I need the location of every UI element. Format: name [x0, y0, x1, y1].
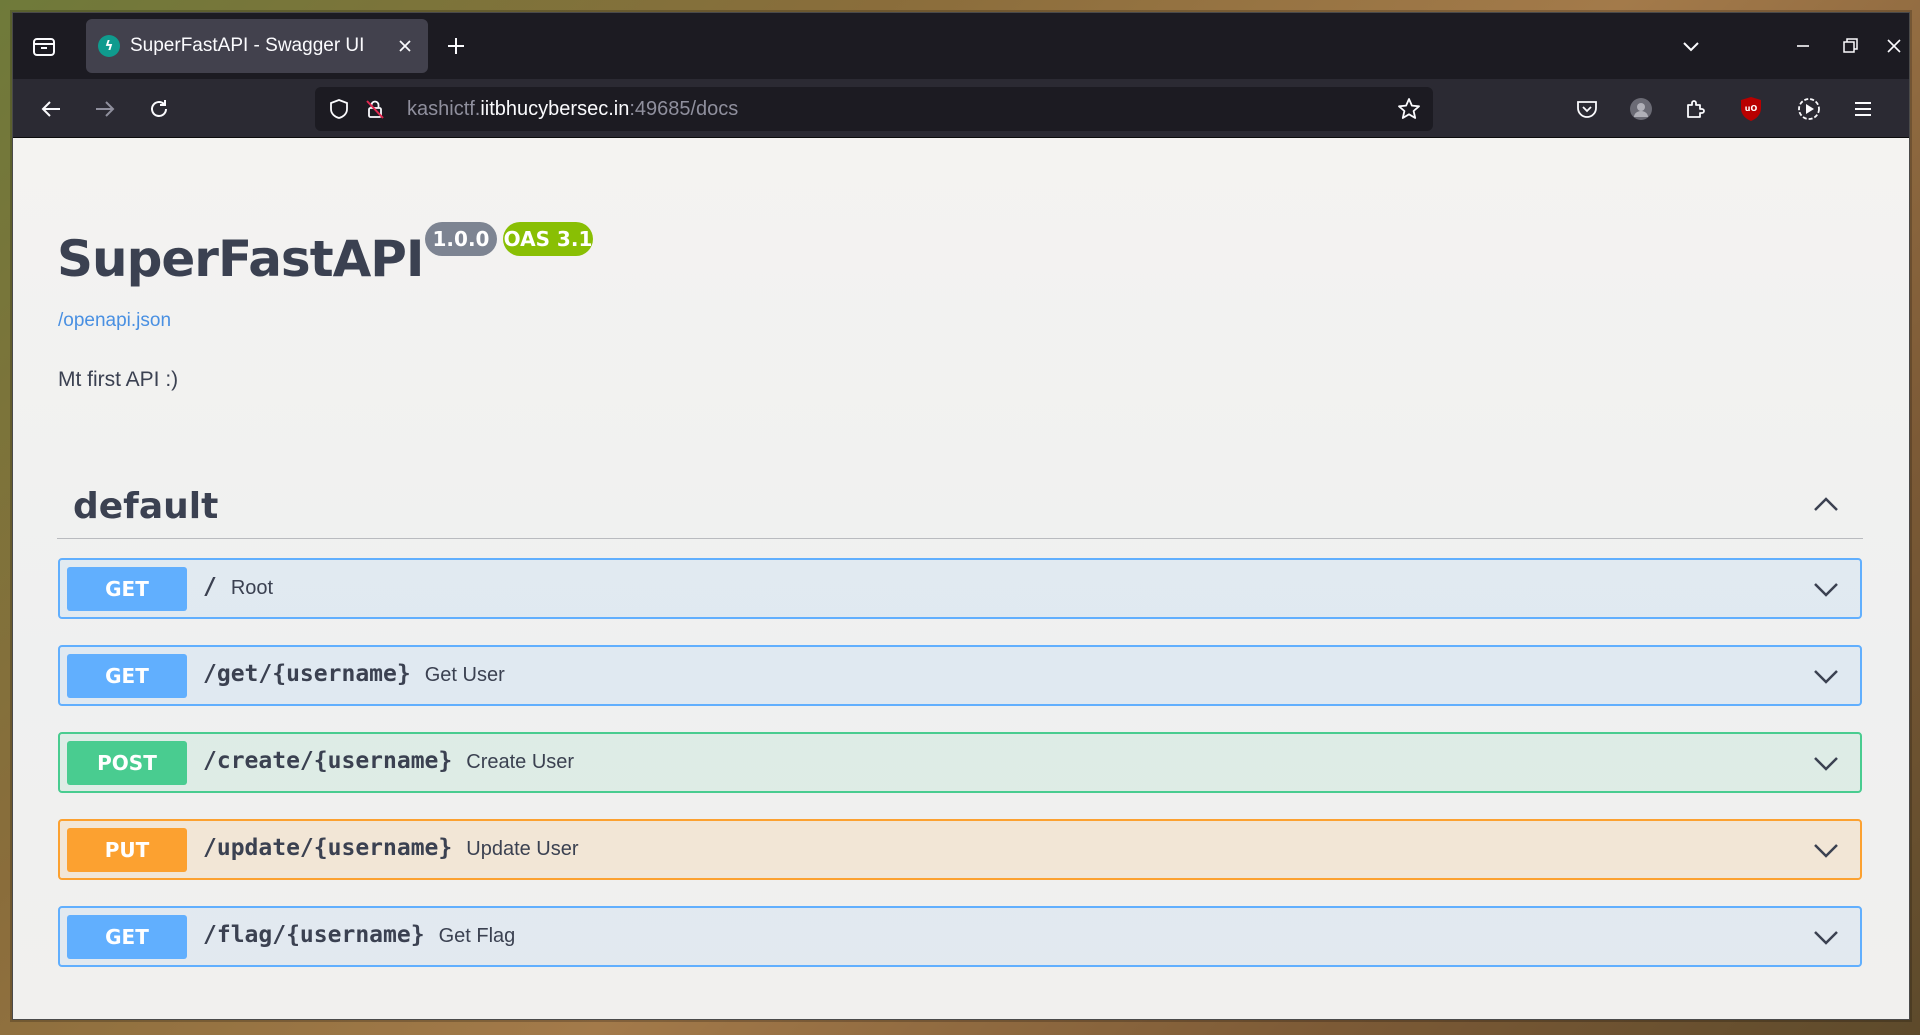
operation-path-text: /create/{username}: [203, 748, 453, 774]
tab-list-button[interactable]: [27, 29, 61, 63]
operation-summary: Get Flag: [438, 925, 516, 947]
expand-operation-button[interactable]: [1810, 573, 1842, 605]
chevron-down-icon: [1814, 757, 1838, 771]
tab-close-button[interactable]: [392, 33, 418, 59]
method-badge: PUT: [67, 828, 187, 872]
expand-operation-button[interactable]: [1810, 834, 1842, 866]
url-prefix: kashictf.: [407, 98, 481, 120]
operation-summary: Update User: [466, 838, 579, 860]
oas-version-badge: OAS 3.1: [503, 222, 593, 256]
page-title: SuperFastAPI: [57, 230, 425, 288]
operation-summary: Get User: [424, 664, 505, 686]
pocket-icon: [1577, 101, 1597, 118]
version-badge: 1.0.0: [425, 222, 497, 256]
tab-title: SuperFastAPI - Swagger UI: [130, 35, 365, 56]
url-text[interactable]: kashictf.iitbhucybersec.in:49685/docs: [407, 98, 738, 121]
chevron-down-icon: [1814, 583, 1838, 597]
url-suffix: :49685/docs: [629, 98, 739, 120]
operation-path-text: /update/{username}: [203, 835, 453, 861]
svg-text:uO: uO: [1745, 104, 1758, 113]
chevron-down-icon: [1814, 670, 1838, 684]
operation-path-text: /flag/{username}: [203, 922, 425, 948]
browser-window: ϟ SuperFastAPI - Swagger UI kashictf.iit…: [12, 12, 1910, 1020]
address-bar[interactable]: kashictf.iitbhucybersec.in:49685/docs: [315, 87, 1433, 131]
bookmark-star-icon[interactable]: [1397, 97, 1421, 121]
shield-icon[interactable]: [327, 97, 351, 121]
operation-create-user[interactable]: POST /create/{username} Create User: [58, 732, 1862, 793]
navigation-toolbar: kashictf.iitbhucybersec.in:49685/docs uO: [13, 79, 1909, 138]
restore-button[interactable]: [1835, 31, 1865, 61]
method-badge: GET: [67, 654, 187, 698]
operation-path: / Root: [203, 574, 273, 600]
operation-get-root[interactable]: GET / Root: [58, 558, 1862, 619]
extension-button-1[interactable]: [1623, 91, 1659, 127]
method-badge: GET: [67, 915, 187, 959]
operation-summary: Create User: [466, 751, 575, 773]
app-menu-button[interactable]: [1845, 91, 1881, 127]
operation-path: /get/{username} Get User: [203, 661, 505, 687]
plus-icon: [448, 38, 464, 54]
operation-summary: Root: [230, 577, 274, 599]
section-collapse-button[interactable]: [1809, 488, 1843, 522]
expand-operation-button[interactable]: [1810, 747, 1842, 779]
puzzle-icon: [1687, 100, 1705, 118]
extension-button-2[interactable]: [1791, 91, 1827, 127]
active-tab[interactable]: ϟ SuperFastAPI - Swagger UI: [86, 19, 428, 73]
hamburger-menu-icon: [1855, 102, 1871, 116]
method-badge: GET: [67, 567, 187, 611]
pocket-button[interactable]: [1569, 91, 1605, 127]
ublock-origin-button[interactable]: uO: [1733, 91, 1769, 127]
tab-list-icon: [33, 38, 55, 56]
arrow-right-icon: [96, 101, 115, 117]
operation-path: /flag/{username} Get Flag: [203, 922, 515, 948]
circle-play-icon: [1798, 98, 1820, 120]
tab-strip: ϟ SuperFastAPI - Swagger UI: [13, 13, 1909, 79]
extension-avatar-icon: [1630, 98, 1652, 120]
minimize-button[interactable]: [1788, 31, 1818, 61]
method-badge: POST: [67, 741, 187, 785]
forward-button[interactable]: [87, 91, 123, 127]
restore-icon: [1843, 38, 1858, 53]
insecure-lock-icon[interactable]: [363, 97, 387, 121]
back-button[interactable]: [33, 91, 69, 127]
extensions-button[interactable]: [1677, 91, 1713, 127]
page-content: SuperFastAPI 1.0.0 OAS 3.1 /openapi.json…: [13, 138, 1909, 1019]
expand-operation-button[interactable]: [1810, 660, 1842, 692]
operation-update-user[interactable]: PUT /update/{username} Update User: [58, 819, 1862, 880]
section-header-default[interactable]: default: [57, 468, 1863, 539]
operation-get-user[interactable]: GET /get/{username} Get User: [58, 645, 1862, 706]
operation-path: /create/{username} Create User: [203, 748, 574, 774]
operation-get-flag[interactable]: GET /flag/{username} Get Flag: [58, 906, 1862, 967]
close-window-button[interactable]: [1879, 31, 1909, 61]
openapi-json-link[interactable]: /openapi.json: [58, 310, 171, 332]
chevron-down-icon: [1814, 931, 1838, 945]
api-description: Mt first API :): [58, 368, 179, 391]
operation-path-text: /get/{username}: [203, 661, 411, 687]
reload-button[interactable]: [141, 91, 177, 127]
section-title: default: [73, 486, 219, 527]
close-icon: [1887, 39, 1901, 53]
ublock-shield-icon: uO: [1741, 97, 1761, 121]
chevron-down-icon: [1814, 844, 1838, 858]
fastapi-bolt-icon: ϟ: [98, 35, 120, 57]
url-host: iitbhucybersec.in: [480, 98, 630, 120]
reload-icon: [151, 100, 167, 117]
new-tab-button[interactable]: [441, 31, 471, 61]
chevron-down-icon: [1683, 42, 1699, 52]
expand-operation-button[interactable]: [1810, 921, 1842, 953]
chevron-up-icon: [1814, 497, 1838, 511]
arrow-left-icon: [41, 101, 60, 117]
minimize-icon: [1797, 45, 1809, 47]
operation-path-text: /: [203, 574, 217, 600]
close-icon: [399, 40, 411, 52]
operation-path: /update/{username} Update User: [203, 835, 579, 861]
list-all-tabs-button[interactable]: [1676, 31, 1706, 61]
